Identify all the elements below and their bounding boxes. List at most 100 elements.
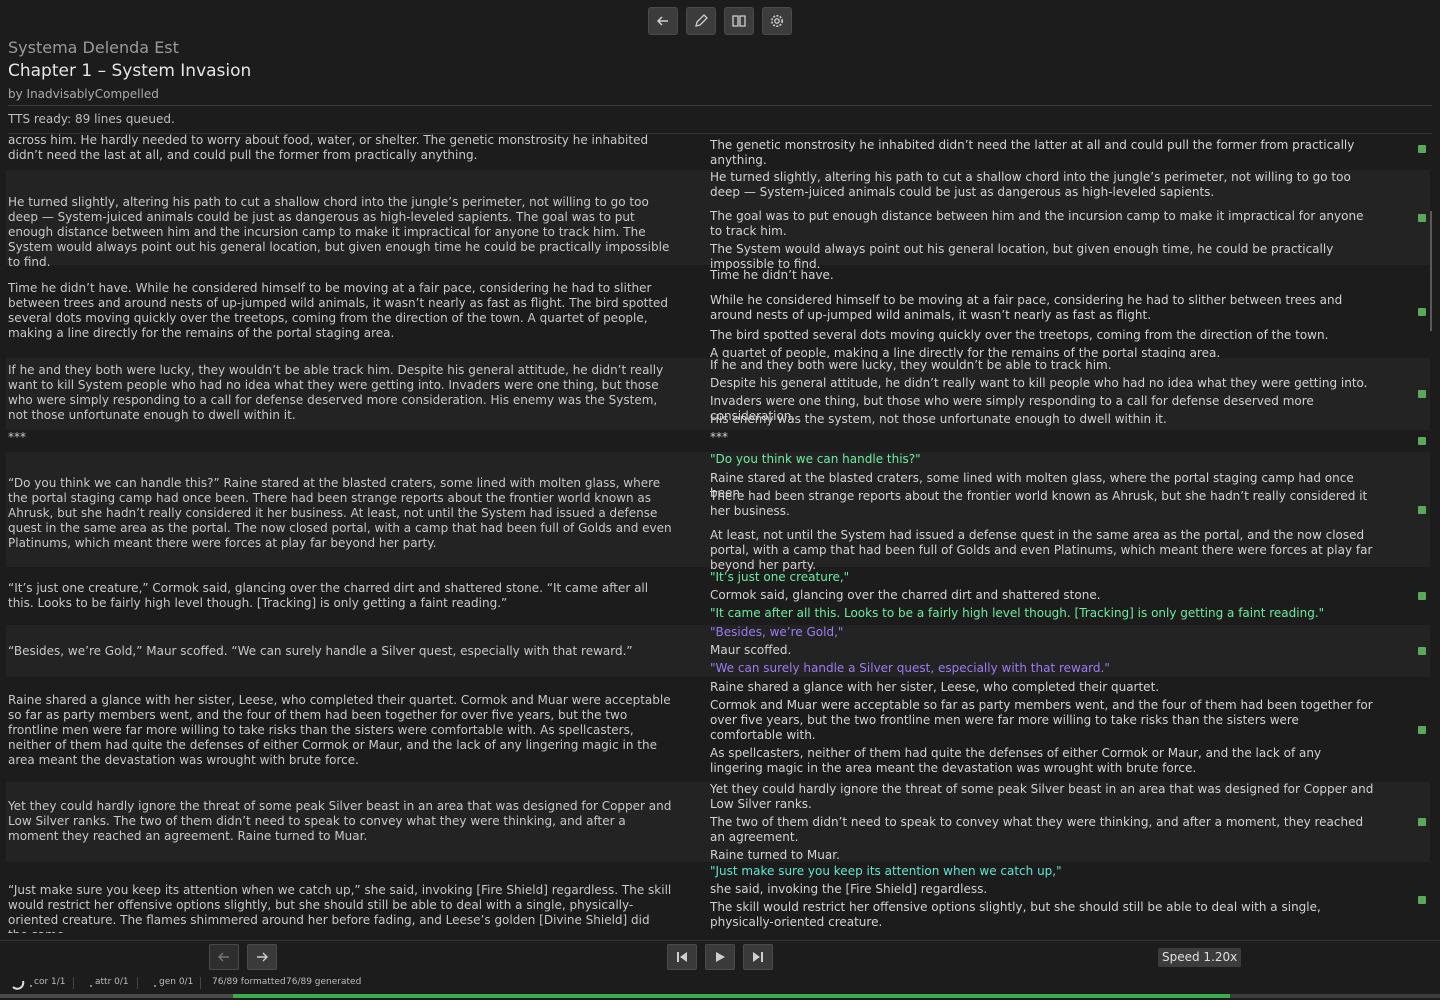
generated-marker [1418, 592, 1426, 600]
generated-marker [1418, 896, 1426, 904]
status-bar: cor 1/1 attr 0/1 gen 0/1 76/89 formatted… [0, 972, 1440, 994]
play-button[interactable] [705, 944, 735, 970]
generated-marker [1418, 726, 1426, 734]
tts-line[interactable]: The goal was to put enough distance betw… [710, 209, 1374, 239]
source-paragraph: *** [8, 430, 26, 444]
tts-line[interactable]: While he considered himself to be moving… [710, 293, 1374, 323]
generated-marker [1418, 213, 1426, 222]
skip-back-icon [677, 952, 687, 962]
cor-status: cor 1/1 [34, 977, 66, 987]
tts-line[interactable]: The bird spotted several dots moving qui… [710, 328, 1374, 343]
tts-line[interactable]: she said, invoking the [Fire Shield] reg… [710, 882, 1374, 897]
series-title: Systema Delenda Est [8, 38, 179, 57]
tts-line[interactable]: "Do you think we can handle this?" [710, 452, 1374, 467]
tts-line[interactable]: He turned slightly, altering his path to… [710, 170, 1374, 200]
paragraph-row[interactable]: He turned slightly, altering his path to… [6, 170, 1430, 271]
tts-line[interactable]: There had been strange reports about the… [710, 489, 1374, 519]
tts-line[interactable]: His enemy was the system, not those unfo… [710, 412, 1374, 427]
tts-line[interactable]: "We can surely handle a Silver quest, es… [710, 661, 1374, 676]
paragraph-row[interactable]: “Do you think we can handle this?” Raine… [6, 452, 1430, 572]
playback-bar: Speed 1.20x [0, 940, 1440, 972]
tts-line[interactable]: Cormok and Muar were acceptable so far a… [710, 698, 1374, 743]
source-paragraph: He turned slightly, altering his path to… [8, 195, 670, 269]
generated-marker [1418, 308, 1426, 316]
paragraph-row[interactable]: If he and they both were lucky, they wou… [6, 358, 1430, 430]
reader-view-button[interactable] [724, 7, 754, 35]
source-paragraph: “Just make sure you keep its attention w… [8, 883, 672, 933]
prev-arrow-icon [218, 952, 229, 962]
tts-line[interactable]: If he and they both were lucky, they wou… [710, 358, 1374, 373]
tts-line[interactable]: As spellcasters, neither of them had qui… [710, 746, 1374, 776]
tts-line[interactable]: The genetic monstrosity he inhabited did… [710, 138, 1374, 168]
source-paragraph: Raine shared a glance with her sister, L… [8, 693, 671, 767]
tts-line[interactable]: Time he didn’t have. [710, 268, 1374, 283]
tts-line[interactable]: Yet they could hardly ignore the threat … [710, 782, 1374, 812]
generated-count: 76/89 generated [286, 977, 362, 987]
status-separator [200, 977, 201, 989]
book-icon [732, 15, 746, 27]
tts-line[interactable]: Raine shared a glance with her sister, L… [710, 680, 1374, 695]
status-dot [30, 985, 32, 987]
tts-line[interactable]: "Besides, we’re Gold," [710, 625, 1374, 640]
author-line: by InadvisablyCompelled [8, 87, 159, 101]
spinner-icon [12, 980, 25, 990]
paragraph-row[interactable]: “Just make sure you keep its attention w… [6, 864, 1430, 933]
tts-line[interactable]: Cormok said, glancing over the charred d… [710, 588, 1374, 603]
status-dot [90, 985, 92, 987]
speed-button[interactable]: Speed 1.20x [1158, 948, 1242, 967]
next-arrow-icon [257, 952, 268, 962]
formatted-count: 76/89 formatted [212, 977, 286, 987]
attr-status: attr 0/1 [95, 977, 129, 987]
generated-marker [1418, 647, 1426, 655]
generated-progress-fill [0, 994, 234, 998]
back-arrow-icon [656, 16, 668, 26]
tts-line[interactable]: The skill would restrict her offensive o… [710, 900, 1374, 930]
gear-icon [771, 15, 783, 27]
paragraph-list[interactable]: across him. He hardly needed to worry ab… [0, 134, 1440, 933]
prev-chapter-button[interactable] [209, 944, 239, 970]
tts-line[interactable]: *** [710, 430, 1374, 445]
back-button[interactable] [648, 7, 678, 35]
scrollbar-thumb[interactable] [1430, 211, 1432, 331]
tts-line[interactable]: "It came after all this. Looks to be a f… [710, 606, 1374, 621]
edit-button[interactable] [686, 7, 716, 35]
next-chapter-button[interactable] [247, 944, 277, 970]
skip-forward-icon [753, 952, 763, 962]
chapter-title: Chapter 1 – System Invasion [8, 61, 252, 81]
settings-button[interactable] [762, 7, 792, 35]
tts-line[interactable]: "It’s just one creature," [710, 570, 1374, 585]
chapter-header: Systema Delenda Est Chapter 1 – System I… [8, 38, 1432, 102]
generated-marker [1418, 437, 1426, 445]
source-paragraph: “Do you think we can handle this?” Raine… [8, 476, 672, 550]
paragraph-row[interactable]: Raine shared a glance with her sister, L… [6, 680, 1430, 780]
source-paragraph: “Besides, we’re Gold,” Maur scoffed. “We… [8, 644, 633, 658]
tts-line[interactable]: Maur scoffed. [710, 643, 1374, 658]
generated-marker [1418, 818, 1426, 826]
tts-line[interactable]: "Just make sure you keep its attention w… [710, 864, 1374, 879]
paragraph-row[interactable]: Yet they could hardly ignore the threat … [6, 782, 1430, 862]
tts-status: TTS ready: 89 lines queued. [8, 112, 175, 126]
play-icon [716, 952, 725, 962]
paragraph-row[interactable]: “Besides, we’re Gold,” Maur scoffed. “We… [6, 625, 1430, 677]
source-paragraph: across him. He hardly needed to worry ab… [8, 134, 649, 162]
paragraph-row[interactable]: across him. He hardly needed to worry ab… [6, 134, 1430, 168]
generated-marker [1418, 390, 1426, 398]
tts-line[interactable]: At least, not until the System had issue… [710, 528, 1374, 573]
generated-marker [1418, 144, 1426, 153]
status-separator [137, 977, 138, 989]
paragraph-row[interactable]: Time he didn’t have. While he considered… [6, 268, 1430, 360]
tts-line[interactable]: The two of them didn’t need to speak to … [710, 815, 1374, 845]
skip-back-button[interactable] [667, 944, 697, 970]
paragraph-row[interactable]: “It’s just one creature,” Cormok said, g… [6, 570, 1430, 622]
pencil-icon [695, 14, 708, 27]
tts-line[interactable]: Raine turned to Muar. [710, 848, 1374, 863]
paragraph-row[interactable]: *** *** [6, 430, 1430, 450]
skip-forward-button[interactable] [743, 944, 773, 970]
tts-line[interactable]: Despite his general attitude, he didn’t … [710, 376, 1374, 391]
source-paragraph: If he and they both were lucky, they wou… [8, 363, 664, 422]
source-paragraph: Time he didn’t have. While he considered… [8, 281, 669, 340]
source-paragraph: “It’s just one creature,” Cormok said, g… [8, 581, 649, 610]
status-dot [154, 985, 156, 987]
gen-status: gen 0/1 [159, 977, 194, 987]
toolbar [648, 7, 792, 35]
